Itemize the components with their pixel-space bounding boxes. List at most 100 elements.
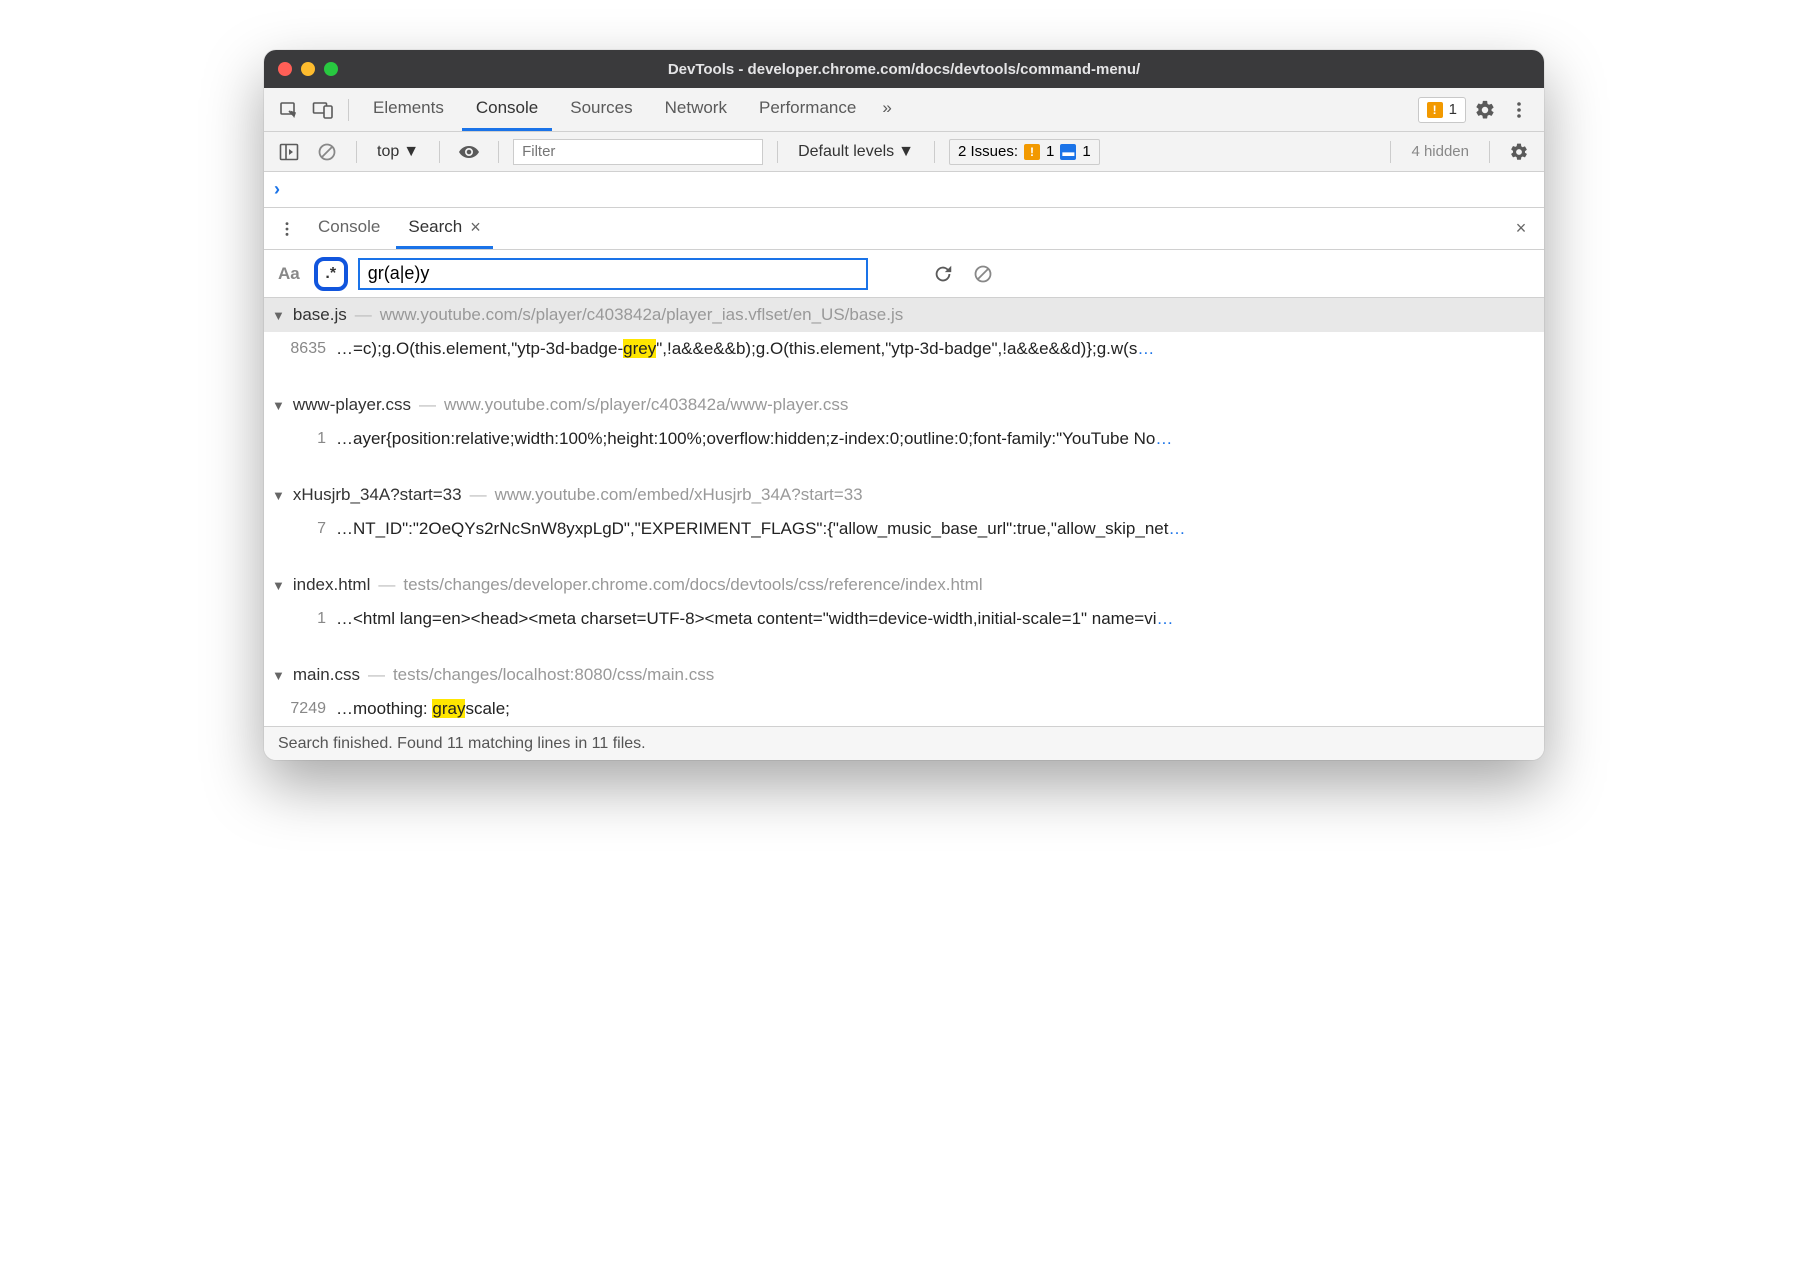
drawer-tab-console[interactable]: Console <box>306 208 392 249</box>
regex-toggle[interactable]: .* <box>314 257 348 291</box>
close-icon[interactable] <box>278 62 292 76</box>
chevron-down-icon: ▼ <box>272 308 285 323</box>
warning-icon: ! <box>1427 102 1443 118</box>
gear-icon[interactable] <box>1470 95 1500 125</box>
result-file-header[interactable]: ▼ www-player.css — www.youtube.com/s/pla… <box>264 388 1544 422</box>
file-name: xHusjrb_34A?start=33 <box>293 485 462 505</box>
device-toggle-icon[interactable] <box>308 95 338 125</box>
tab-console[interactable]: Console <box>462 88 552 131</box>
warn-count: 1 <box>1046 143 1054 160</box>
chevron-down-icon: ▼ <box>403 143 419 161</box>
window-title: DevTools - developer.chrome.com/docs/dev… <box>264 61 1544 78</box>
issues-pill[interactable]: ! 1 <box>1418 97 1466 123</box>
match-text: …moothing: grayscale; <box>336 699 1536 719</box>
result-file-header[interactable]: ▼ index.html — tests/changes/developer.c… <box>264 568 1544 602</box>
divider <box>1489 141 1490 163</box>
search-input[interactable] <box>358 258 868 290</box>
search-bar: Aa .* <box>264 250 1544 298</box>
match-text: …ayer{position:relative;width:100%;heigh… <box>336 429 1536 449</box>
divider <box>439 141 440 163</box>
result-file-header[interactable]: ▼ main.css — tests/changes/localhost:808… <box>264 658 1544 692</box>
kebab-icon[interactable] <box>1504 95 1534 125</box>
case-sensitive-toggle[interactable]: Aa <box>274 264 304 284</box>
chevron-down-icon: ▼ <box>272 578 285 593</box>
live-expression-icon[interactable] <box>454 137 484 167</box>
match-row[interactable]: 7 …NT_ID":"2OeQYs2rNcSnW8yxpLgD","EXPERI… <box>264 512 1544 546</box>
file-name: base.js <box>293 305 347 325</box>
filter-input[interactable] <box>513 139 763 165</box>
result-file-header[interactable]: ▼ xHusjrb_34A?start=33 — www.youtube.com… <box>264 478 1544 512</box>
drawer-tab-search[interactable]: Search × <box>396 208 492 249</box>
result-file-header[interactable]: ▼ base.js — www.youtube.com/s/player/c40… <box>264 298 1544 332</box>
status-bar: Search finished. Found 11 matching lines… <box>264 726 1544 760</box>
issues-summary[interactable]: 2 Issues: ! 1 ▬ 1 <box>949 139 1100 165</box>
chevron-down-icon: ▼ <box>272 488 285 503</box>
kebab-icon[interactable] <box>272 214 302 244</box>
match-text: …<html lang=en><head><meta charset=UTF-8… <box>336 609 1536 629</box>
file-name: www-player.css <box>293 395 411 415</box>
issues-label: 2 Issues: <box>958 143 1018 160</box>
match-row[interactable]: 1 …ayer{position:relative;width:100%;hei… <box>264 422 1544 456</box>
search-results: ▼ base.js — www.youtube.com/s/player/c40… <box>264 298 1544 726</box>
refresh-icon[interactable] <box>928 259 958 289</box>
tab-performance[interactable]: Performance <box>745 88 870 131</box>
file-path: tests/changes/developer.chrome.com/docs/… <box>403 575 982 595</box>
line-number: 1 <box>280 430 326 448</box>
clear-console-icon[interactable] <box>312 137 342 167</box>
tab-elements[interactable]: Elements <box>359 88 458 131</box>
chevron-down-icon: ▼ <box>272 668 285 683</box>
line-number: 7249 <box>280 700 326 718</box>
drawer-tabstrip: Console Search × × <box>264 208 1544 250</box>
devtools-window: DevTools - developer.chrome.com/docs/dev… <box>264 50 1544 760</box>
console-prompt[interactable]: › <box>264 172 1544 208</box>
levels-label: Default levels <box>798 143 894 161</box>
divider <box>934 141 935 163</box>
match-row[interactable]: 8635 …=c);g.O(this.element,"ytp-3d-badge… <box>264 332 1544 366</box>
close-drawer-icon[interactable]: × <box>1506 214 1536 244</box>
traffic-lights <box>278 62 338 76</box>
titlebar: DevTools - developer.chrome.com/docs/dev… <box>264 50 1544 88</box>
sidebar-toggle-icon[interactable] <box>274 137 304 167</box>
minimize-icon[interactable] <box>301 62 315 76</box>
file-name: index.html <box>293 575 370 595</box>
hidden-count[interactable]: 4 hidden <box>1405 143 1475 160</box>
match-text: …NT_ID":"2OeQYs2rNcSnW8yxpLgD","EXPERIME… <box>336 519 1536 539</box>
file-name: main.css <box>293 665 360 685</box>
prompt-chevron-icon: › <box>274 179 280 200</box>
divider <box>348 99 349 121</box>
context-label: top <box>377 143 399 161</box>
warning-icon: ! <box>1024 144 1040 160</box>
match-row[interactable]: 7249 …moothing: grayscale; <box>264 692 1544 726</box>
line-number: 7 <box>280 520 326 538</box>
console-toolbar: top ▼ Default levels ▼ 2 Issues: ! 1 ▬ 1… <box>264 132 1544 172</box>
status-text: Search finished. Found 11 matching lines… <box>278 735 646 753</box>
divider <box>498 141 499 163</box>
maximize-icon[interactable] <box>324 62 338 76</box>
chevron-down-icon: ▼ <box>272 398 285 413</box>
main-tabstrip: Elements Console Sources Network Perform… <box>264 88 1544 132</box>
gear-icon[interactable] <box>1504 137 1534 167</box>
drawer-tab-label: Search <box>408 217 462 237</box>
divider <box>1390 141 1391 163</box>
file-path: tests/changes/localhost:8080/css/main.cs… <box>393 665 714 685</box>
chevron-down-icon: ▼ <box>898 143 914 161</box>
line-number: 1 <box>280 610 326 628</box>
log-levels-selector[interactable]: Default levels ▼ <box>792 143 920 161</box>
clear-icon[interactable] <box>968 259 998 289</box>
file-path: www.youtube.com/s/player/c403842a/player… <box>380 305 904 325</box>
divider <box>777 141 778 163</box>
file-path: www.youtube.com/embed/xHusjrb_34A?start=… <box>495 485 863 505</box>
tab-network[interactable]: Network <box>651 88 741 131</box>
context-selector[interactable]: top ▼ <box>371 143 425 161</box>
file-path: www.youtube.com/s/player/c403842a/www-pl… <box>444 395 848 415</box>
tab-overflow[interactable]: » <box>874 88 899 131</box>
info-count: 1 <box>1082 143 1090 160</box>
tab-sources[interactable]: Sources <box>556 88 646 131</box>
line-number: 8635 <box>280 340 326 358</box>
match-row[interactable]: 1 …<html lang=en><head><meta charset=UTF… <box>264 602 1544 636</box>
divider <box>356 141 357 163</box>
issue-count: 1 <box>1449 101 1457 118</box>
match-text: …=c);g.O(this.element,"ytp-3d-badge-grey… <box>336 339 1536 359</box>
close-icon[interactable]: × <box>470 217 481 238</box>
inspect-icon[interactable] <box>274 95 304 125</box>
